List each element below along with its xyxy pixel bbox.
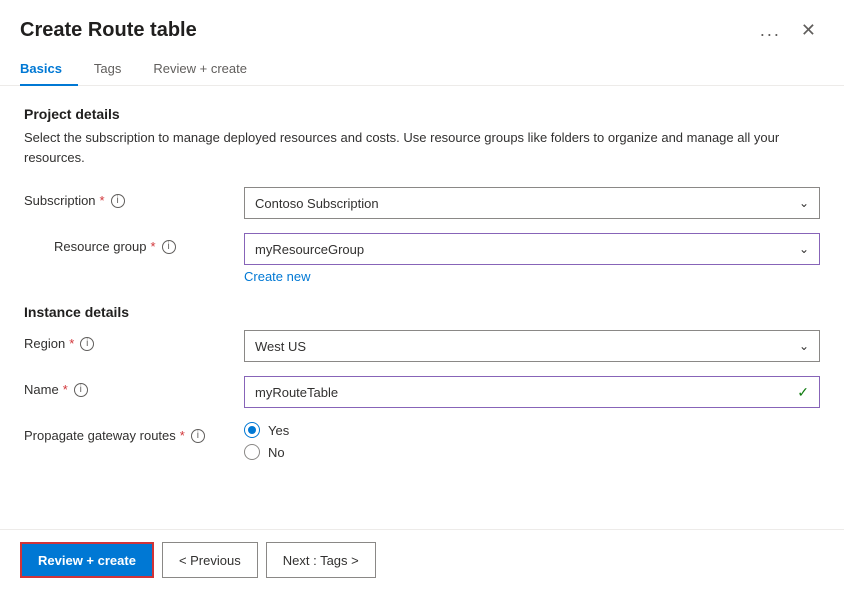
propagate-no-label: No [268,445,285,460]
propagate-info-icon[interactable]: i [191,429,205,443]
tab-basics[interactable]: Basics [20,53,78,86]
propagate-yes-label: Yes [268,423,289,438]
create-new-link[interactable]: Create new [244,269,820,284]
name-label: Name * i [24,376,244,397]
create-route-table-dialog: Create Route table ... ✕ Basics Tags Rev… [0,0,844,590]
region-label: Region * i [24,330,244,351]
tab-bar: Basics Tags Review + create [0,53,844,86]
more-options-button[interactable]: ... [760,20,781,41]
propagate-label: Propagate gateway routes * i [24,422,244,443]
propagate-radio-group: Yes No [244,422,820,460]
header-actions: ... ✕ [760,16,824,45]
review-create-button[interactable]: Review + create [20,542,154,578]
propagate-no-radio[interactable] [244,444,260,460]
propagate-no-option[interactable]: No [244,444,820,460]
resource-group-row: Resource group * i myResourceGroup ⌄ Cre… [24,233,820,284]
instance-details-title: Instance details [24,304,820,320]
propagate-yes-dot [248,426,256,434]
propagate-yes-option[interactable]: Yes [244,422,820,438]
resource-group-required: * [151,239,156,254]
previous-button[interactable]: < Previous [162,542,258,578]
name-row: Name * i myRouteTable ✓ [24,376,820,408]
tab-review-create[interactable]: Review + create [137,53,263,86]
name-text-input[interactable]: myRouteTable ✓ [244,376,820,408]
region-select[interactable]: West US ⌄ [244,330,820,362]
subscription-value: Contoso Subscription [255,196,379,211]
propagate-yes-radio[interactable] [244,422,260,438]
name-input: myRouteTable ✓ [244,376,820,408]
name-required: * [63,382,68,397]
resource-group-input: myResourceGroup ⌄ Create new [244,233,820,284]
resource-group-info-icon[interactable]: i [162,240,176,254]
dialog-footer: Review + create < Previous Next : Tags > [0,529,844,590]
subscription-row: Subscription * i Contoso Subscription ⌄ [24,187,820,219]
region-chevron-icon: ⌄ [799,339,809,353]
propagate-required: * [180,428,185,443]
resource-group-chevron-icon: ⌄ [799,242,809,256]
name-value: myRouteTable [255,385,338,400]
subscription-required: * [100,193,105,208]
close-button[interactable]: ✕ [793,16,824,45]
tab-tags[interactable]: Tags [78,53,137,86]
propagate-row: Propagate gateway routes * i Yes No [24,422,820,460]
subscription-input: Contoso Subscription ⌄ [244,187,820,219]
region-info-icon[interactable]: i [80,337,94,351]
dialog-title: Create Route table [20,19,197,42]
region-input: West US ⌄ [244,330,820,362]
name-valid-icon: ✓ [797,384,809,401]
subscription-info-icon[interactable]: i [111,194,125,208]
resource-group-value: myResourceGroup [255,242,364,257]
propagate-input: Yes No [244,422,820,460]
name-info-icon[interactable]: i [74,383,88,397]
resource-group-label: Resource group * i [24,233,244,254]
region-value: West US [255,339,306,354]
subscription-chevron-icon: ⌄ [799,196,809,210]
region-required: * [69,336,74,351]
next-tags-button[interactable]: Next : Tags > [266,542,376,578]
project-details-desc: Select the subscription to manage deploy… [24,128,820,167]
subscription-select[interactable]: Contoso Subscription ⌄ [244,187,820,219]
project-details-title: Project details [24,106,820,122]
subscription-label: Subscription * i [24,187,244,208]
instance-details-section: Instance details [24,304,820,320]
dialog-header: Create Route table ... ✕ [0,0,844,53]
region-row: Region * i West US ⌄ [24,330,820,362]
dialog-content: Project details Select the subscription … [0,86,844,529]
resource-group-select[interactable]: myResourceGroup ⌄ [244,233,820,265]
